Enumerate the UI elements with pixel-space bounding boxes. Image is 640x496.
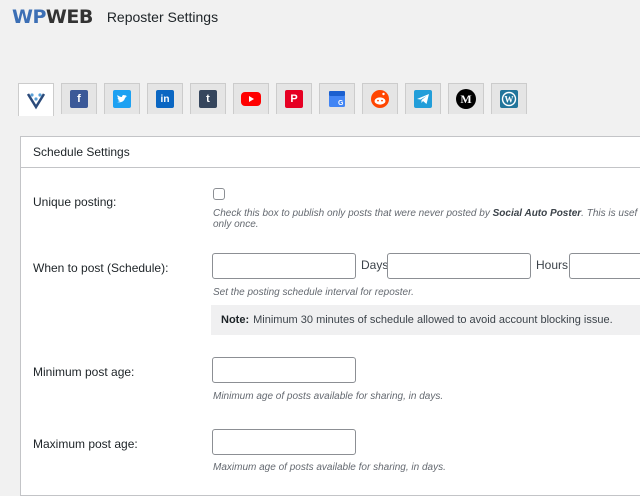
panel-heading: Schedule Settings (21, 137, 640, 168)
logo-web-text: WEB (45, 6, 93, 28)
schedule-note: Note: Minimum 30 minutes of schedule all… (211, 305, 640, 335)
schedule-minutes-input[interactable] (569, 253, 640, 279)
maximum-post-age-label: Maximum post age: (33, 437, 138, 451)
minimum-post-age-description: Minimum age of posts available for shari… (213, 391, 444, 402)
hours-unit-label: Hours (536, 258, 569, 272)
youtube-icon (241, 92, 261, 106)
tab-wordpress[interactable]: W (491, 83, 527, 114)
google-business-icon: G (329, 91, 345, 107)
note-text: Minimum 30 minutes of schedule allowed t… (253, 314, 613, 326)
unique-posting-desc-text: Check this box to publish only posts tha… (213, 208, 493, 219)
twitter-icon (113, 90, 131, 108)
maximum-post-age-input[interactable] (212, 429, 356, 455)
schedule-label: When to post (Schedule): (33, 261, 169, 275)
page-header: WPWEB Reposter Settings (12, 4, 218, 30)
maximum-post-age-description: Maximum age of posts available for shari… (213, 462, 446, 473)
linkedin-icon: in (156, 90, 174, 108)
tab-reddit[interactable] (362, 83, 398, 114)
facebook-icon: f (70, 90, 88, 108)
tab-telegram[interactable] (405, 83, 441, 114)
tab-pinterest[interactable]: P (276, 83, 312, 114)
network-tabs: f in t P G M W (18, 83, 534, 116)
unique-posting-desc-tail: . This is usef (581, 208, 638, 219)
wpweb-logo-icon (26, 93, 46, 110)
svg-text:W: W (505, 94, 514, 104)
telegram-icon (414, 90, 432, 108)
tumblr-icon: t (199, 90, 217, 108)
reddit-icon (371, 90, 389, 108)
schedule-hours-input[interactable] (387, 253, 531, 279)
unique-posting-desc-bold: Social Auto Poster (492, 208, 582, 219)
schedule-days-input[interactable] (212, 253, 356, 279)
unique-posting-checkbox[interactable] (213, 188, 225, 200)
minimum-post-age-label: Minimum post age: (33, 365, 135, 379)
tab-tumblr[interactable]: t (190, 83, 226, 114)
schedule-description: Set the posting schedule interval for re… (213, 287, 414, 298)
tab-linkedin[interactable]: in (147, 83, 183, 114)
tab-general[interactable] (18, 83, 54, 116)
unique-posting-label: Unique posting: (33, 195, 117, 209)
pinterest-icon: P (285, 90, 303, 108)
medium-icon: M (456, 89, 476, 109)
tab-twitter[interactable] (104, 83, 140, 114)
wordpress-icon: W (500, 90, 518, 108)
unique-posting-description-line2: only once. (213, 219, 259, 230)
days-unit-label: Days (361, 258, 389, 272)
tab-facebook[interactable]: f (61, 83, 97, 114)
note-label: Note: (221, 314, 250, 326)
unique-posting-description: Check this box to publish only posts tha… (213, 208, 637, 220)
logo-wp-text: WP (12, 6, 46, 28)
tab-google-my-business[interactable]: G (319, 83, 355, 114)
schedule-settings-panel: Schedule Settings Unique posting: Check … (20, 136, 640, 496)
page-title: Reposter Settings (106, 9, 219, 25)
tab-medium[interactable]: M (448, 83, 484, 114)
tab-youtube[interactable] (233, 83, 269, 114)
svg-text:M: M (460, 92, 471, 106)
minimum-post-age-input[interactable] (212, 357, 356, 383)
svg-text:G: G (338, 100, 344, 107)
wpweb-logo: WPWEB (12, 6, 93, 28)
